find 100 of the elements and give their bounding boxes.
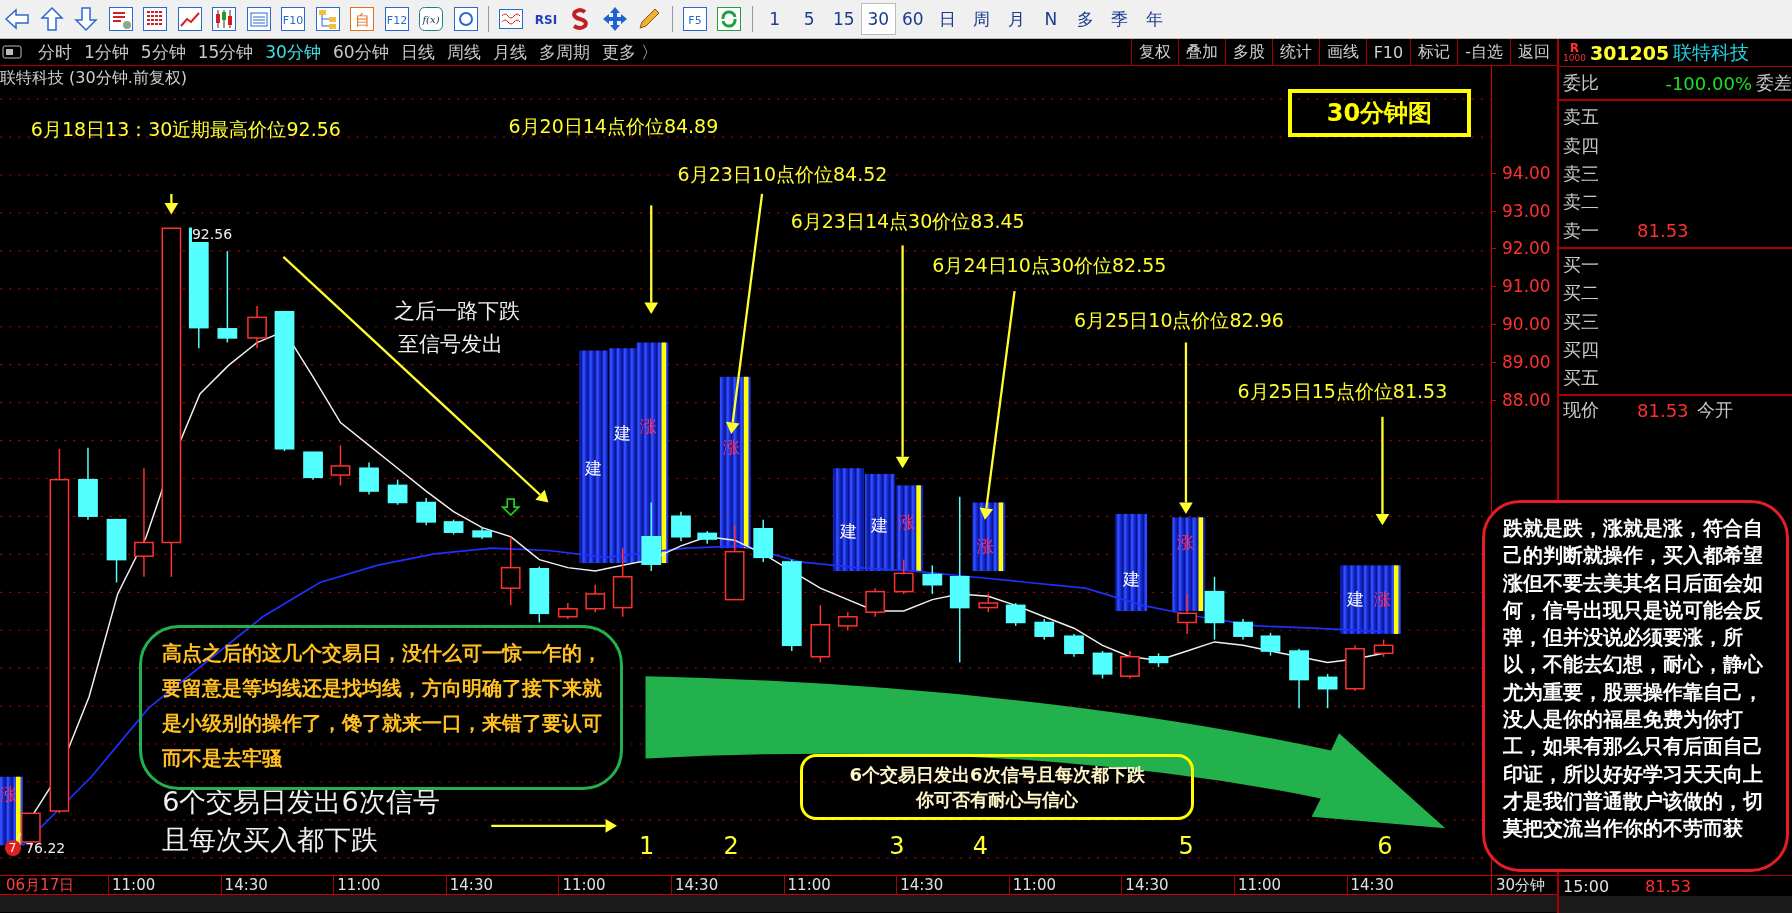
period-button[interactable]: 多 bbox=[1068, 3, 1103, 35]
candlestick bbox=[671, 510, 691, 543]
signal-label: 涨 bbox=[1373, 589, 1391, 610]
time-axis-label: 14:30 bbox=[220, 876, 334, 894]
period-button[interactable]: 年 bbox=[1137, 3, 1172, 35]
time-axis-label: 11:00 bbox=[108, 876, 221, 894]
ask-label: 卖一 bbox=[1563, 218, 1599, 243]
candlestick bbox=[106, 518, 127, 584]
signal-number: 6 bbox=[1377, 831, 1393, 860]
quote-value: -100.00% bbox=[1665, 72, 1752, 94]
grid-icon[interactable] bbox=[142, 6, 169, 32]
window-icon[interactable] bbox=[245, 6, 272, 32]
down-arrow-icon bbox=[500, 498, 521, 517]
period-button[interactable]: 1 bbox=[757, 3, 792, 35]
move-icon[interactable] bbox=[601, 6, 628, 32]
chart-tool-button[interactable]: 统计 bbox=[1271, 39, 1319, 65]
period-tab[interactable]: 周线 bbox=[440, 39, 487, 65]
signal-label: 涨 bbox=[1176, 532, 1194, 553]
summary-text: 且每次买入都下跌 bbox=[162, 823, 379, 858]
line-chart-icon[interactable] bbox=[176, 6, 203, 32]
candlestick bbox=[557, 602, 578, 620]
signal-label: 涨 bbox=[976, 535, 994, 556]
period-button[interactable]: 60 bbox=[895, 3, 930, 35]
tick-price: 81.53 bbox=[1645, 876, 1691, 896]
period-tab[interactable]: 分时 bbox=[32, 39, 78, 65]
period-tab[interactable]: 更多 〉 bbox=[595, 39, 664, 65]
arrow-left-icon[interactable] bbox=[4, 6, 31, 32]
rsi-icon[interactable]: RSI bbox=[532, 6, 559, 32]
signal-label: 建 bbox=[1347, 589, 1365, 610]
chart-tool-button[interactable]: -自选 bbox=[1457, 39, 1510, 65]
period-tab[interactable]: 月线 bbox=[486, 39, 533, 65]
candlestick bbox=[1148, 652, 1169, 668]
period-button[interactable]: 30 bbox=[861, 3, 896, 35]
price-annotation: 6月18日13：30近期最高价位92.56 bbox=[30, 117, 341, 143]
period-button[interactable]: 月 bbox=[999, 3, 1034, 35]
ask-price: 81.53 bbox=[1637, 220, 1689, 242]
period-button[interactable]: N bbox=[1033, 3, 1068, 35]
callout-text: 你可否有耐心与信心 bbox=[916, 788, 1078, 812]
f5-icon[interactable]: F5 bbox=[681, 6, 708, 32]
period-tab[interactable]: 日线 bbox=[394, 39, 441, 65]
candlestick bbox=[810, 604, 831, 664]
candlestick bbox=[753, 518, 774, 563]
candlestick bbox=[443, 518, 464, 536]
time-axis-label: 11:00 bbox=[783, 876, 897, 894]
candlestick bbox=[1034, 618, 1055, 641]
time-axis-label: 11:00 bbox=[558, 876, 671, 894]
period-button[interactable]: 周 bbox=[964, 3, 999, 35]
period-tab[interactable]: 1分钟 bbox=[78, 39, 135, 65]
bid-label: 买四 bbox=[1563, 337, 1599, 362]
arrow-up-icon[interactable] bbox=[38, 6, 65, 32]
period-tab[interactable]: 60分钟 bbox=[326, 39, 395, 65]
candlestick bbox=[1373, 638, 1394, 658]
candlestick bbox=[500, 536, 521, 607]
candlestick bbox=[865, 587, 886, 618]
period-button[interactable]: 季 bbox=[1102, 3, 1137, 35]
price-axis-label: 89.00 bbox=[1502, 351, 1551, 372]
chart-title: 联特科技 (30分钟.前复权) bbox=[0, 68, 187, 89]
candlestick bbox=[1289, 648, 1309, 709]
low-price-label: 76.22 bbox=[25, 839, 66, 856]
quote-value: 81.53 bbox=[1637, 399, 1689, 421]
chart-tool-button[interactable]: F10 bbox=[1365, 39, 1411, 65]
period-tab[interactable]: 30分钟 bbox=[259, 39, 327, 65]
trend-note: 至信号发出 bbox=[397, 330, 503, 358]
arrow-down-icon[interactable] bbox=[73, 6, 100, 32]
tick-time: 15:00 bbox=[1563, 876, 1610, 896]
signal-number: 3 bbox=[889, 831, 905, 860]
chart-tool-button[interactable]: 画线 bbox=[1318, 39, 1366, 65]
candlestick bbox=[529, 565, 550, 624]
candlestick-icon[interactable] bbox=[211, 6, 238, 32]
f12-icon[interactable]: F12 bbox=[383, 6, 410, 32]
chart-tool-button[interactable]: 复权 bbox=[1130, 39, 1178, 65]
function-icon[interactable]: f(x) bbox=[418, 6, 445, 32]
candlestick bbox=[893, 558, 914, 595]
price-annotation: 6月23日10点价位84.52 bbox=[677, 161, 888, 187]
panel-toggle-icon[interactable] bbox=[2, 45, 22, 59]
wave-icon[interactable] bbox=[498, 6, 525, 32]
candlestick bbox=[1177, 593, 1197, 635]
period-tab[interactable]: 5分钟 bbox=[134, 39, 192, 65]
signal-label: 建 bbox=[839, 520, 857, 541]
chart-tool-button[interactable]: 返回 bbox=[1510, 39, 1557, 65]
period-button[interactable]: 15 bbox=[826, 3, 861, 35]
period-tab[interactable]: 15分钟 bbox=[191, 39, 260, 65]
chart-tool-button[interactable]: 多股 bbox=[1224, 39, 1272, 65]
f10-icon[interactable]: F10 bbox=[280, 6, 307, 32]
price-axis-label: 91.00 bbox=[1502, 276, 1551, 297]
price-axis-label: 90.00 bbox=[1502, 314, 1551, 335]
period-button[interactable]: 日 bbox=[930, 3, 965, 35]
ask-label: 卖三 bbox=[1563, 162, 1599, 187]
tree-icon[interactable] bbox=[314, 6, 341, 32]
chart-tool-button[interactable]: 叠加 bbox=[1177, 39, 1225, 65]
chart-badge: 30分钟图 bbox=[1288, 89, 1471, 137]
signal-label: 涨 bbox=[723, 437, 741, 458]
period-tab[interactable]: 多周期 bbox=[532, 39, 596, 65]
period-button[interactable]: 5 bbox=[792, 3, 827, 35]
list-icon[interactable] bbox=[107, 6, 134, 32]
refresh-icon[interactable] bbox=[716, 6, 743, 32]
candlestick bbox=[1260, 632, 1281, 657]
price-annotation: 6月25日15点价位81.53 bbox=[1237, 379, 1448, 405]
time-axis-label: 14:30 bbox=[670, 876, 784, 894]
chart-tool-button[interactable]: 标记 bbox=[1410, 39, 1458, 65]
